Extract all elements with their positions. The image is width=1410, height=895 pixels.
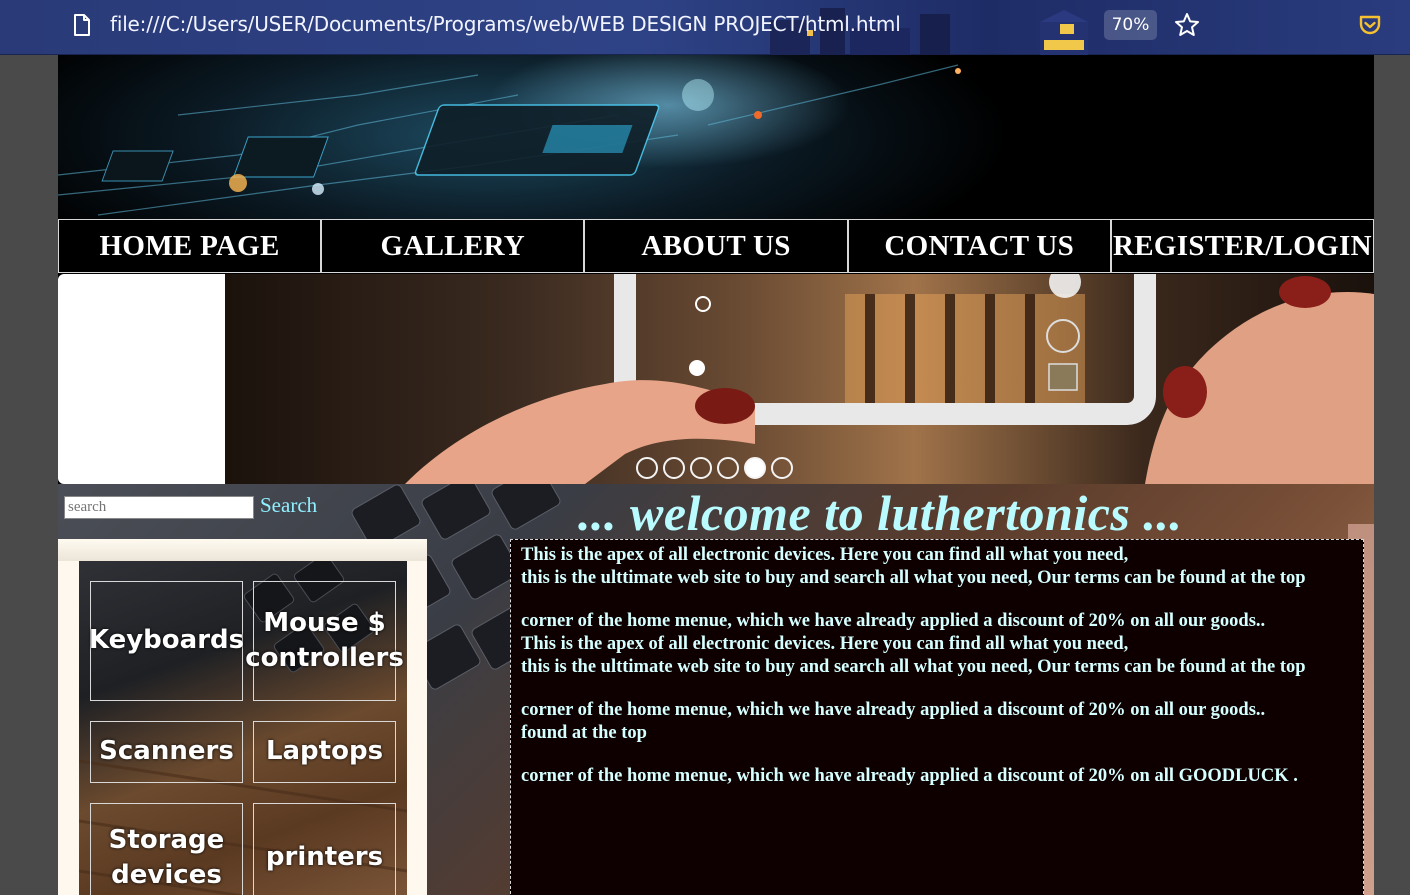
nav-register-login[interactable]: REGISTER/LOGIN [1110,219,1374,273]
intro-line: this is the ulttimate web site to buy an… [521,568,1306,588]
zoom-level-badge[interactable]: 70% [1104,10,1157,40]
browser-toolbar: file:///C:/Users/USER/Documents/Programs… [0,0,1410,55]
pocket-icon[interactable] [1358,13,1382,37]
nav-about-us[interactable]: ABOUT US [584,219,848,273]
slide-photo [225,274,1374,484]
search-input[interactable] [64,496,254,519]
main-navigation: HOME PAGE GALLERY ABOUT US CONTACT US RE… [58,219,1374,273]
slider-dot-active[interactable] [744,457,766,479]
slider-dot[interactable] [771,457,793,479]
categories-panel: Keyboards Mouse $ controllers Scanners L… [58,539,427,895]
intro-line: corner of the home menue, which we have … [521,700,1266,720]
category-keyboards[interactable]: Keyboards [89,581,244,701]
slider-dots [636,457,793,479]
smartphone-in-hands-photo [405,274,1374,484]
slider-dot[interactable] [636,457,658,479]
intro-line: found at the top [521,723,647,743]
slider-dot[interactable] [690,457,712,479]
slider-dot[interactable] [717,457,739,479]
circuit-board-art [58,64,961,216]
categories-grid: Keyboards Mouse $ controllers Scanners L… [79,561,407,895]
nav-gallery[interactable]: GALLERY [321,219,585,273]
intro-line: This is the apex of all electronic devic… [521,545,1129,565]
intro-line: This is the apex of all electronic devic… [521,634,1129,654]
page-icon [74,14,90,36]
welcome-heading: ... welcome to luthertonics ... [578,485,1183,541]
category-mouse-controllers[interactable]: Mouse $ controllers [245,581,404,701]
category-laptops[interactable]: Laptops [253,721,396,783]
intro-line: corner of the home menue, which we have … [521,766,1298,786]
category-printers[interactable]: printers [253,803,396,895]
web-page: HOME PAGE GALLERY ABOUT US CONTACT US RE… [58,55,1374,895]
image-slideshow [58,274,1374,484]
nav-contact-us[interactable]: CONTACT US [847,219,1111,273]
category-scanners[interactable]: Scanners [90,721,243,783]
intro-line: corner of the home menue, which we have … [521,611,1266,631]
content-area: Search ... welcome to luthertonics ... [58,484,1374,895]
category-storage-devices[interactable]: Storage devices [90,803,243,895]
intro-line: this is the ulttimate web site to buy an… [521,657,1306,677]
nav-home-page[interactable]: HOME PAGE [58,219,322,273]
slider-dot[interactable] [663,457,685,479]
address-bar-url[interactable]: file:///C:/Users/USER/Documents/Programs… [110,12,901,36]
panel-frame [58,539,427,561]
intro-text-box: This is the apex of all electronic devic… [510,539,1364,895]
bookmark-star-icon[interactable] [1174,12,1200,38]
header-banner-image [58,55,1374,219]
search-button[interactable]: Search [260,493,317,518]
